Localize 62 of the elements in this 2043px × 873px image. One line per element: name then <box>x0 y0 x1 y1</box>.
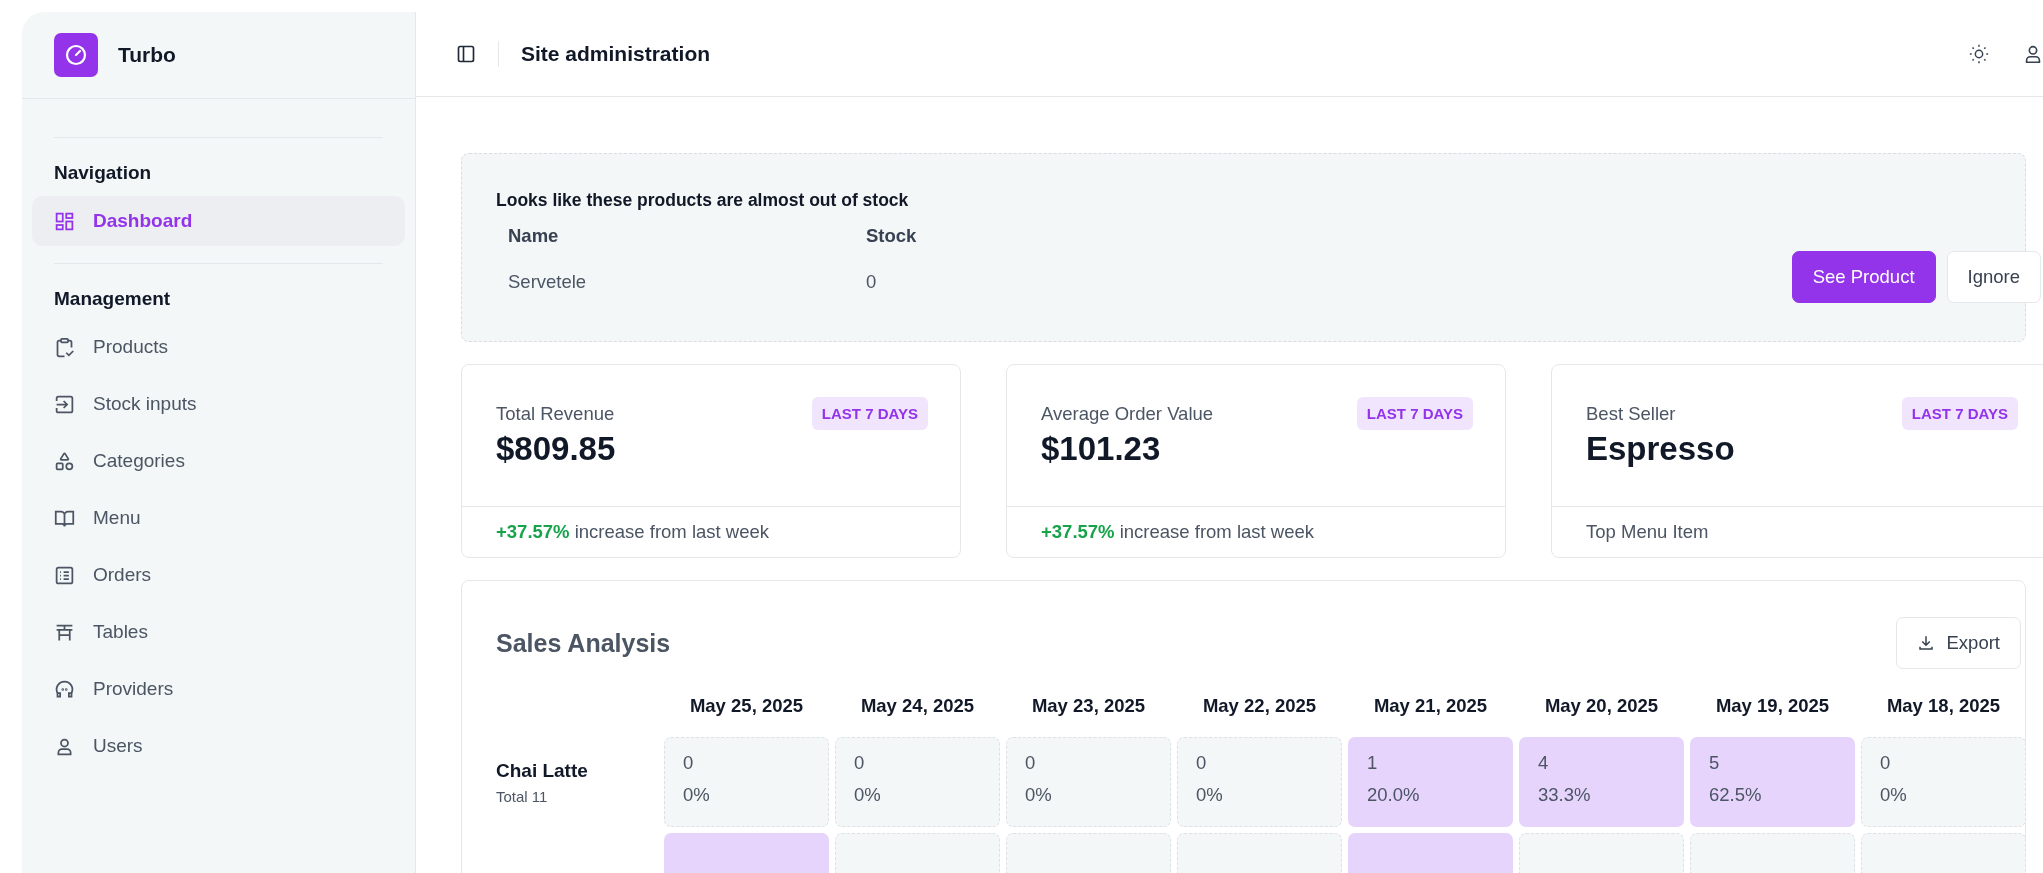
sidebar-item[interactable]: Dashboard <box>32 196 405 246</box>
heatmap-cell: 0 0% <box>664 737 829 827</box>
heatmap-cell: 0 0% <box>1006 737 1171 827</box>
clipboard-check-icon <box>54 336 75 358</box>
row-total: Total 11 <box>496 787 549 805</box>
column-header: May 18, 2025 <box>1885 695 2002 718</box>
card-footer-text: +37.57% increase from last week <box>495 520 771 544</box>
heatmap-cell: 5 62.5% <box>1690 737 1855 827</box>
column-header: May 24, 2025 <box>859 695 976 718</box>
row-label: Chai Latte <box>496 759 589 782</box>
column-header: Stock <box>866 225 918 248</box>
sidebar-item[interactable]: Users <box>32 721 405 771</box>
sidebar-item[interactable]: Orders <box>32 550 405 600</box>
heatmap-cell: 0 0% <box>1177 737 1342 827</box>
heatmap-cell: 1 20.0% <box>1348 737 1513 827</box>
see-product-button[interactable]: See Product <box>1791 251 1936 303</box>
app-name: Turbo <box>118 43 176 67</box>
shapes-icon <box>54 450 75 472</box>
period-badge: LAST 7 DAYS <box>811 397 928 430</box>
column-header: May 19, 2025 <box>1714 695 1831 718</box>
sun-icon[interactable] <box>1968 43 1990 65</box>
download-icon <box>1916 634 1935 652</box>
heatmap-cell: 4 33.3% <box>1519 737 1684 827</box>
list-icon <box>54 564 75 586</box>
period-badge: LAST 7 DAYS <box>1356 397 1473 430</box>
sidebar-item[interactable]: Stock inputs <box>32 379 405 429</box>
alert-message: Looks like these products are almost out of stock <box>496 190 910 211</box>
card-value: $101.23 <box>1041 430 1162 468</box>
card-footer-text: +37.57% increase from last week <box>1040 520 1316 544</box>
period-badge: LAST 7 DAYS <box>1901 397 2018 430</box>
arrow-into-box-icon <box>54 393 75 415</box>
column-header: May 23, 2025 <box>1030 695 1147 718</box>
card-title: Total Revenue <box>496 402 615 425</box>
card-footer-text: Top Menu Item <box>1585 520 1710 544</box>
sidebar-item[interactable]: Products <box>32 322 405 372</box>
table-cell-text: Servetele <box>508 271 588 294</box>
column-header: May 21, 2025 <box>1372 695 1489 718</box>
ignore-button[interactable]: Ignore <box>1946 251 2041 303</box>
section-heading: Navigation <box>53 161 153 185</box>
sidebar-item[interactable]: Menu <box>32 493 405 543</box>
card-title: Best Seller <box>1586 402 1676 425</box>
gauge-logo-icon <box>54 33 98 77</box>
sidebar-item[interactable]: Tables <box>32 607 405 657</box>
heatmap-cell: 0 0% <box>835 737 1000 827</box>
sidebar-toggle-icon[interactable] <box>456 44 476 64</box>
card-value: $809.85 <box>496 430 617 468</box>
grid-icon <box>54 210 75 232</box>
column-header: May 25, 2025 <box>688 695 805 718</box>
column-header: May 22, 2025 <box>1201 695 1318 718</box>
panel-title: Sales Analysis <box>496 628 671 658</box>
table-cell-text: 0 <box>866 271 878 294</box>
card-title: Average Order Value <box>1041 402 1214 425</box>
column-header: May 20, 2025 <box>1543 695 1660 718</box>
sidebar-item[interactable]: Categories <box>32 436 405 486</box>
card-value: Espresso <box>1586 430 1736 468</box>
sidebar-item[interactable]: Providers <box>32 664 405 714</box>
column-header: Name <box>508 225 560 248</box>
heatmap-cell: 0 0% <box>1861 737 2026 827</box>
headset-face-icon <box>54 678 75 700</box>
export-button[interactable]: Export <box>1895 617 2021 669</box>
section-heading: Management <box>53 287 172 311</box>
page-title: Site administration <box>521 42 711 66</box>
